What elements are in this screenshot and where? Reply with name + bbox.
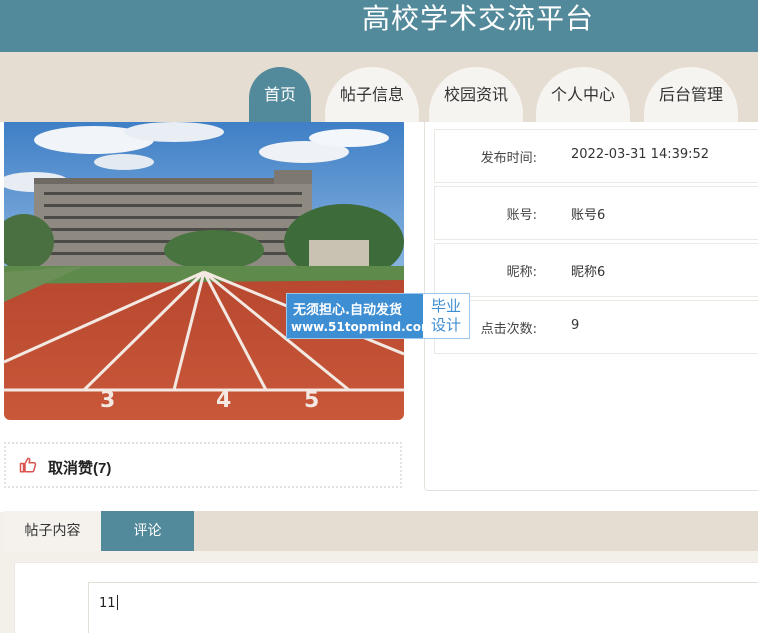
top-header: 高校学术交流平台	[0, 0, 758, 52]
comment-input[interactable]: 11	[88, 582, 758, 633]
nav-item-home[interactable]: 首页	[249, 67, 311, 125]
watermark-line2: www.51topmind.com	[291, 320, 434, 334]
info-row-nickname: 昵称: 昵称6	[434, 243, 758, 297]
like-count-label: 取消赞(7)	[48, 460, 112, 477]
post-image: 3 4 5	[4, 122, 404, 420]
info-value: 9	[571, 318, 580, 333]
site-title: 高校学术交流平台	[362, 2, 595, 35]
unlike-button[interactable]: 取消赞(7)	[4, 442, 402, 488]
thumbs-up-icon	[19, 457, 37, 473]
comment-value: 11	[99, 596, 116, 611]
svg-text:3: 3	[100, 388, 115, 413]
info-label: 账号:	[506, 208, 537, 223]
info-row-publish-time: 发布时间: 2022-03-31 14:39:52	[434, 129, 758, 183]
watermark-badge-text: 毕业 设计	[423, 294, 469, 338]
info-row-account: 账号: 账号6	[434, 186, 758, 240]
svg-text:4: 4	[216, 388, 231, 413]
watermark-badge-bottom: 设计	[430, 316, 461, 334]
info-value: 2022-03-31 14:39:52	[571, 147, 710, 162]
info-label: 发布时间:	[480, 151, 537, 166]
watermark-text: 无须担心.自动发货 www.51topmind.com	[287, 294, 434, 338]
comment-input-text: 11	[99, 595, 118, 611]
svg-text:5: 5	[304, 388, 319, 413]
tab-post-content[interactable]: 帖子内容	[4, 511, 101, 551]
info-value: 账号6	[571, 208, 606, 223]
watermark-badge: 无须担心.自动发货 www.51topmind.com 毕业 设计	[286, 293, 470, 339]
text-caret	[116, 595, 118, 610]
info-label: 昵称:	[506, 265, 537, 280]
tab-comments[interactable]: 评论	[101, 511, 194, 551]
watermark-badge-top: 毕业	[430, 297, 461, 315]
info-value: 昵称6	[571, 265, 606, 280]
watermark-line1: 无须担心.自动发货	[293, 303, 402, 318]
info-row-clicks: 点击次数: 9	[434, 300, 758, 354]
